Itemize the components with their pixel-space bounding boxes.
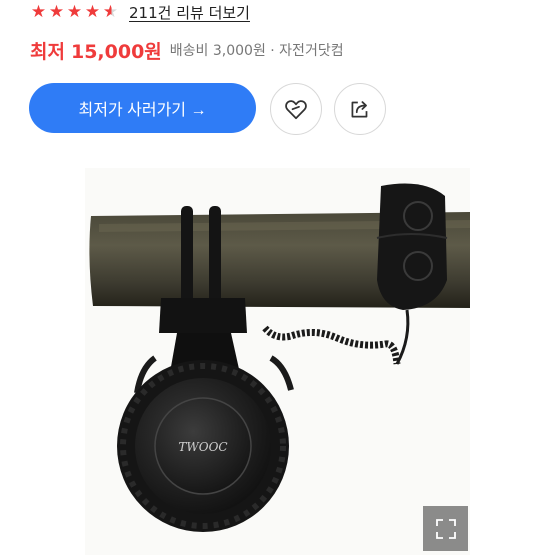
horn-logo: TWOOC [178,440,227,454]
share-button[interactable] [334,83,386,135]
shipping-info: 배송비 3,000원 · 자전거닷컴 [169,43,344,59]
wishlist-button[interactable] [270,83,322,135]
buy-lowest-price-button[interactable]: 최저가 사러가기 → [29,83,256,133]
star-rating: ★ ★ ★ ★ ★ [30,1,119,22]
star-icon: ★ [84,1,101,22]
expand-image-button[interactable] [423,506,468,551]
review-link[interactable]: 211건 리뷰 더보기 [129,2,250,23]
star-icon: ★ [66,1,83,22]
product-image[interactable]: TWOOC [85,168,471,555]
half-star-icon: ★ [102,1,119,22]
price-value: 15,000원 [70,40,162,63]
heart-icon [285,100,307,120]
share-icon [351,101,368,118]
rating-row: ★ ★ ★ ★ ★ 211건 리뷰 더보기 [30,0,250,24]
star-icon: ★ [30,1,47,22]
star-icon: ★ [48,1,65,22]
price-row: 최저 15,000원 배송비 3,000원 · 자전거닷컴 [30,36,344,64]
expand-icon [435,518,456,539]
price-label: 최저 [30,40,65,63]
bike-horn-photo: TWOOC [85,168,471,555]
